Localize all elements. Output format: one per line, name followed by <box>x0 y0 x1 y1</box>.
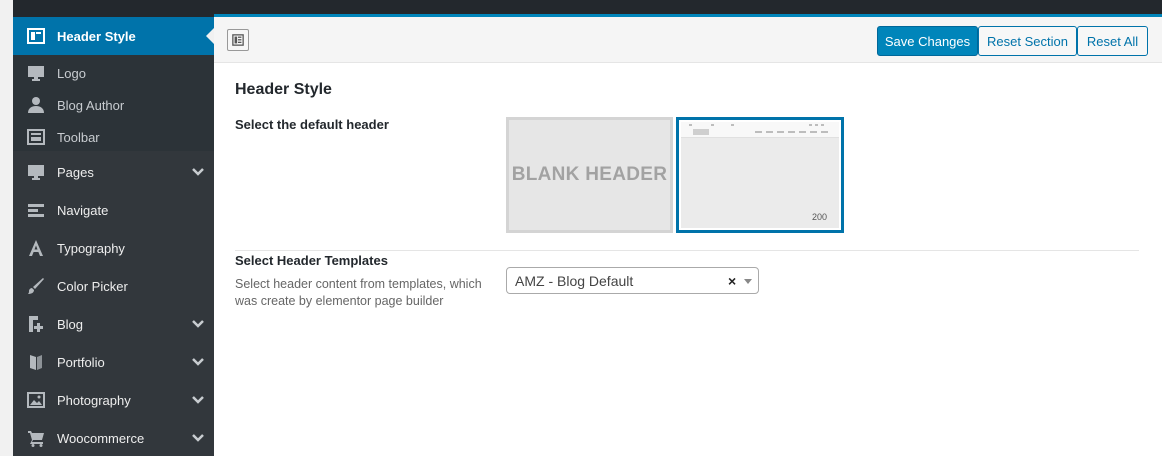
post-add-icon <box>26 314 46 334</box>
sidebar-item-typography[interactable]: Typography <box>13 229 214 267</box>
sidebar-item-label: Logo <box>57 65 86 81</box>
admin-topbar <box>13 0 1162 17</box>
sidebar-item-header-style[interactable]: Header Style <box>13 17 214 55</box>
app-root: Header Style Logo Blog Author Toolbar Pa… <box>0 0 1162 456</box>
layout-icon <box>26 26 46 46</box>
sidebar-subitem-logo[interactable]: Logo <box>13 57 214 89</box>
options-sidebar: Header Style Logo Blog Author Toolbar Pa… <box>13 17 214 456</box>
clear-selection-icon[interactable]: × <box>728 273 736 289</box>
header-templates-description: Select header content from templates, wh… <box>235 277 482 308</box>
reset-section-button[interactable]: Reset Section <box>978 26 1077 56</box>
sidebar-item-label: Header Style <box>57 28 136 44</box>
monitor-icon <box>26 63 46 83</box>
options-toolbar: Save Changes Reset Section Reset All <box>214 17 1162 63</box>
sidebar-subitem-toolbar[interactable]: Toolbar <box>13 121 214 153</box>
reset-all-button[interactable]: Reset All <box>1077 26 1148 56</box>
sidebar-item-label: Portfolio <box>57 354 105 370</box>
sidebar-item-label: Navigate <box>57 202 109 218</box>
chevron-down-icon[interactable] <box>192 356 204 368</box>
sidebar-item-pages[interactable]: Pages <box>13 153 214 191</box>
chevron-down-icon[interactable] <box>192 166 204 178</box>
typography-icon <box>26 238 46 258</box>
sidebar-item-portfolio[interactable]: Portfolio <box>13 343 214 381</box>
user-icon <box>26 95 46 115</box>
brush-icon <box>26 276 46 296</box>
chevron-down-icon[interactable] <box>192 432 204 444</box>
layout-icon <box>26 127 46 147</box>
sidebar-item-label: Photography <box>57 392 131 408</box>
header-option-200[interactable]: 200 <box>676 117 844 233</box>
expand-icon <box>232 34 244 46</box>
chevron-down-icon[interactable] <box>192 394 204 406</box>
section-title: Header Style <box>235 81 332 98</box>
sidebar-item-color-picker[interactable]: Color Picker <box>13 267 214 305</box>
header-preview-thumbnail: 200 <box>681 122 839 228</box>
sidebar-item-label: Color Picker <box>57 278 128 294</box>
sidebar-item-label: Typography <box>57 240 125 256</box>
field-divider <box>235 250 1139 251</box>
portfolio-icon <box>26 352 46 372</box>
sidebar-item-label: Woocommerce <box>57 430 145 446</box>
options-panel: Save Changes Reset Section Reset All Hea… <box>214 17 1162 456</box>
menu-bars-icon <box>26 200 46 220</box>
image-icon <box>26 390 46 410</box>
header-option-blank[interactable]: BLANK HEADER <box>506 117 673 233</box>
select-value: AMZ - Blog Default <box>515 273 634 289</box>
header-templates-label: Select Header Templates <box>235 253 388 268</box>
header-template-select[interactable]: AMZ - Blog Default × <box>506 267 759 294</box>
sidebar-item-woocommerce[interactable]: Woocommerce <box>13 419 214 456</box>
header-option-label: 200 <box>811 212 827 222</box>
cart-icon <box>26 428 46 448</box>
sidebar-item-navigate[interactable]: Navigate <box>13 191 214 229</box>
sidebar-item-blog[interactable]: Blog <box>13 305 214 343</box>
sidebar-item-label: Blog Author <box>57 97 125 113</box>
sidebar-item-label: Pages <box>57 164 94 180</box>
sidebar-item-label: Blog <box>57 316 84 332</box>
preview-nav-bar <box>681 122 839 138</box>
dropdown-arrow-icon[interactable] <box>744 279 752 284</box>
expand-options-button[interactable] <box>227 29 249 51</box>
header-option-label: BLANK HEADER <box>511 164 668 185</box>
sidebar-subitem-blog-author[interactable]: Blog Author <box>13 89 214 121</box>
save-changes-button[interactable]: Save Changes <box>877 26 978 56</box>
chevron-down-icon[interactable] <box>192 318 204 330</box>
default-header-label: Select the default header <box>235 117 389 132</box>
sidebar-item-label: Toolbar <box>57 129 100 145</box>
left-gutter <box>0 0 13 456</box>
sidebar-item-photography[interactable]: Photography <box>13 381 214 419</box>
monitor-icon <box>26 162 46 182</box>
